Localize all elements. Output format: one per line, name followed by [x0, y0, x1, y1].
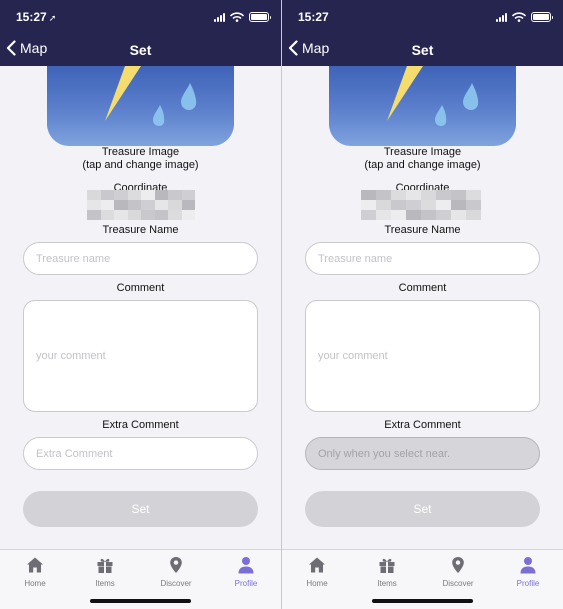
tab-items[interactable]: Items — [359, 556, 415, 588]
set-button[interactable]: Set — [305, 491, 540, 527]
status-icons — [214, 12, 271, 22]
extra-comment-input-disabled: Only when you select near. — [305, 437, 540, 470]
screen-set-treasure-far: 15:27 Map Set Treasure Image (tap and ch… — [282, 0, 563, 609]
wifi-icon — [230, 12, 244, 22]
cellular-signal-icon — [496, 12, 507, 22]
coordinate-value-blurred — [361, 190, 481, 220]
home-indicator — [90, 599, 191, 603]
page-title: Set — [411, 42, 434, 58]
status-time: 15:27 — [298, 10, 329, 24]
person-icon — [238, 557, 254, 574]
home-icon — [27, 557, 43, 573]
treasure-image-caption: Treasure Image (tap and change image) — [364, 146, 481, 171]
screen-set-treasure-default: 15:27 ➚ Map Set Treasure Image (tap and … — [0, 0, 281, 609]
status-time: 15:27 ➚ — [16, 10, 57, 24]
treasure-image[interactable] — [329, 66, 516, 146]
status-icons — [496, 12, 553, 22]
person-icon — [520, 557, 536, 574]
treasure-name-label: Treasure Name — [384, 224, 461, 236]
map-pin-icon — [170, 557, 182, 573]
treasure-name-label: Treasure Name — [102, 224, 179, 236]
weather-illustration — [387, 66, 479, 126]
extra-comment-label: Extra Comment — [102, 419, 179, 431]
tab-home[interactable]: Home — [289, 556, 345, 588]
treasure-name-input[interactable]: Treasure name — [305, 242, 540, 275]
battery-icon — [531, 12, 553, 22]
treasure-name-input[interactable]: Treasure name — [23, 242, 258, 275]
home-indicator — [372, 599, 473, 603]
weather-illustration — [105, 66, 197, 126]
comment-textarea[interactable]: your comment — [305, 300, 540, 412]
page-title: Set — [129, 42, 152, 58]
extra-comment-label: Extra Comment — [384, 419, 461, 431]
comment-label: Comment — [116, 282, 165, 294]
set-button[interactable]: Set — [23, 491, 258, 527]
tab-discover[interactable]: Discover — [148, 556, 204, 588]
navigation-bar: 15:27 ➚ Map Set — [0, 0, 281, 66]
battery-icon — [249, 12, 271, 22]
map-pin-icon — [452, 557, 464, 573]
extra-comment-input[interactable]: Extra Comment — [23, 437, 258, 470]
location-arrow-icon: ➚ — [48, 13, 57, 23]
comment-label: Comment — [398, 282, 447, 294]
gift-icon — [379, 558, 395, 573]
treasure-image[interactable] — [47, 66, 234, 146]
navigation-bar: 15:27 Map Set — [282, 0, 563, 66]
wifi-icon — [512, 12, 526, 22]
tab-home[interactable]: Home — [7, 556, 63, 588]
home-icon — [309, 557, 325, 573]
coordinate-value-blurred — [87, 190, 195, 220]
cellular-signal-icon — [214, 12, 225, 22]
tab-items[interactable]: Items — [77, 556, 133, 588]
gift-icon — [97, 558, 113, 573]
tab-profile[interactable]: Profile — [500, 556, 556, 588]
treasure-image-caption: Treasure Image (tap and change image) — [82, 146, 199, 171]
comment-textarea[interactable]: your comment — [23, 300, 258, 412]
tab-discover[interactable]: Discover — [430, 556, 486, 588]
tab-profile[interactable]: Profile — [218, 556, 274, 588]
